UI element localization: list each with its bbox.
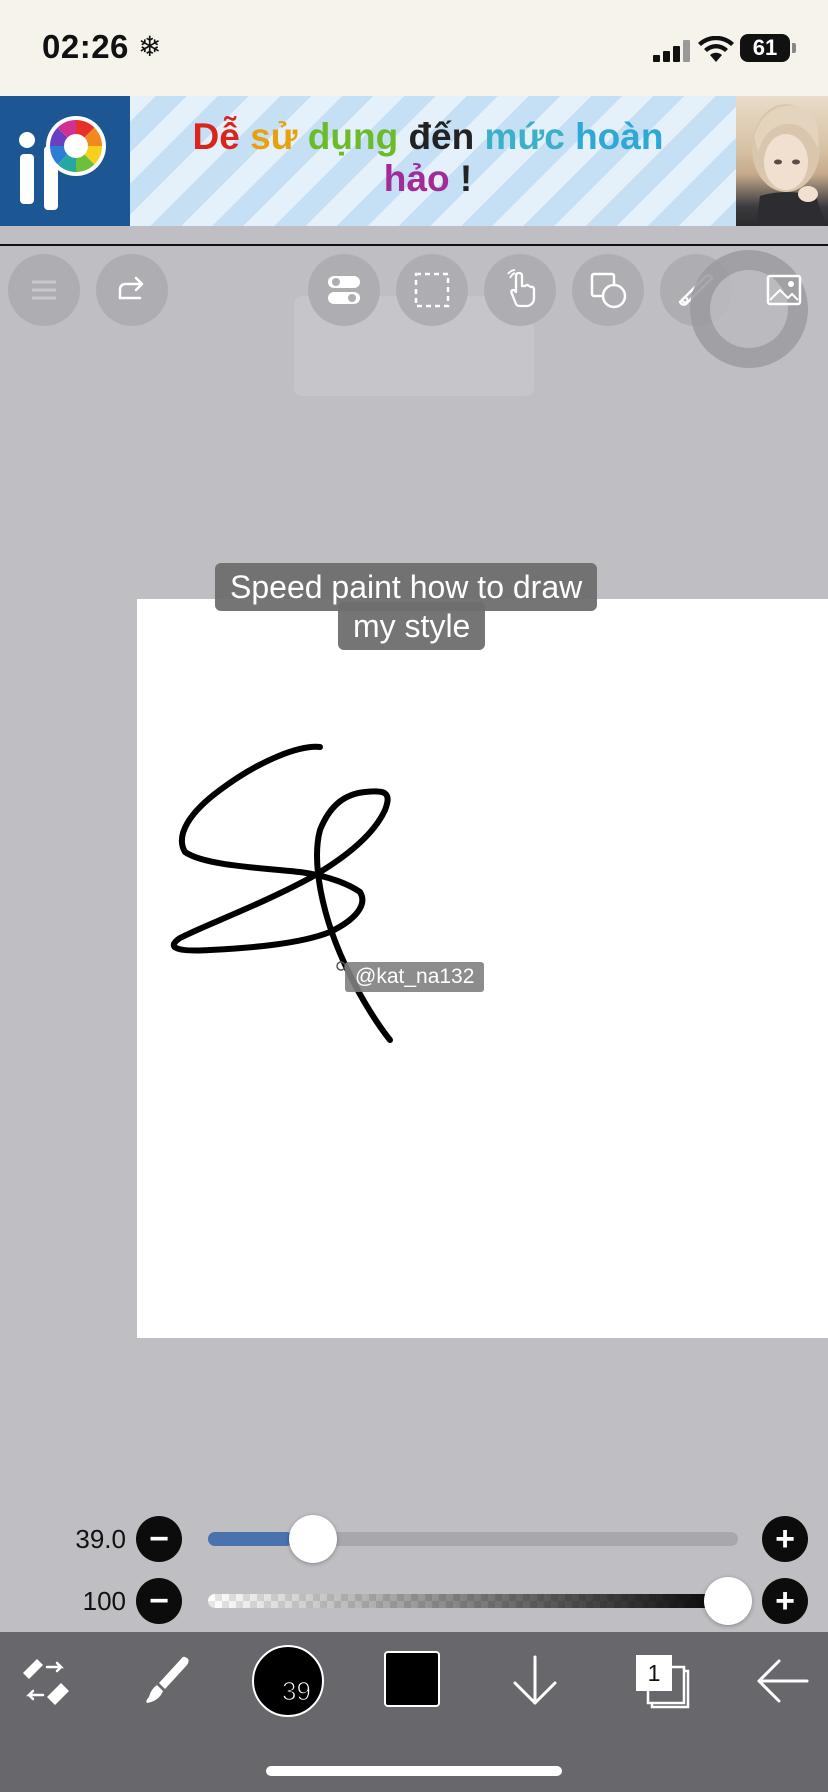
brush-tool-button[interactable]	[130, 1646, 200, 1716]
battery-tip	[792, 43, 796, 53]
menu-icon	[32, 280, 56, 300]
size-decrease-button[interactable]: −	[136, 1516, 182, 1562]
video-caption-line2: my style	[338, 602, 486, 650]
brush-size-value: 39.0	[75, 1524, 126, 1554]
redo-button[interactable]	[96, 254, 168, 326]
signal-icon	[653, 40, 691, 62]
redo-icon	[118, 276, 144, 300]
minus-icon: −	[149, 1520, 169, 1558]
banner-divider	[0, 244, 828, 246]
brush-size-slider-fill	[208, 1532, 293, 1546]
shape-icon	[590, 272, 627, 309]
toggle-tool-button[interactable]	[308, 254, 380, 326]
brush-size-label: 39	[282, 1676, 312, 1707]
wifi-icon	[698, 36, 734, 62]
plus-icon: +	[775, 1520, 795, 1558]
arrow-left-icon	[757, 1659, 809, 1703]
toggle-icon	[328, 276, 360, 304]
download-button[interactable]	[500, 1646, 570, 1716]
hand-icon	[507, 269, 536, 308]
ad-headline-word: mức	[474, 116, 565, 157]
hand-tool-button[interactable]	[484, 254, 556, 326]
transform-tool-button[interactable]	[10, 1646, 80, 1716]
ad-headline-word: sử	[239, 116, 298, 157]
opacity-decrease-button[interactable]: −	[136, 1578, 182, 1624]
brush-size-slider-thumb[interactable]	[288, 1515, 337, 1563]
ad-headline-word: hảo	[383, 158, 450, 199]
ad-headline-word: đến	[398, 116, 475, 157]
ad-headline-exclaim: !	[449, 158, 473, 199]
watermark-username: @kat_na132	[345, 962, 485, 992]
selection-tool-button[interactable]	[396, 254, 468, 326]
status-time: 02:26	[42, 28, 129, 65]
plus-icon: +	[775, 1582, 795, 1620]
color-picker-button[interactable]	[384, 1651, 440, 1707]
brush-icon	[146, 1656, 189, 1703]
opacity-slider-thumb[interactable]	[704, 1577, 752, 1625]
image-tool-button[interactable]	[748, 254, 820, 326]
size-increase-button[interactable]: +	[762, 1516, 808, 1562]
tool-switch-icon	[23, 1659, 69, 1705]
ad-headline-word: hoàn	[564, 116, 664, 157]
image-icon	[766, 274, 802, 306]
brush-size-slider[interactable]	[208, 1532, 738, 1546]
ad-banner[interactable]: Dễ sử dụng đến mức hoàn hảo !	[0, 96, 828, 226]
ad-headline-line1: Dễ sử dụng đến mức hoàn	[150, 116, 706, 158]
shape-tool-button[interactable]	[572, 254, 644, 326]
opacity-slider[interactable]	[208, 1594, 738, 1608]
status-bar: 02:26 ❄ 61	[0, 0, 828, 96]
ibispaint-logo	[0, 96, 130, 226]
ad-headline-word: Dễ	[192, 116, 240, 157]
home-indicator	[266, 1766, 562, 1776]
arrow-down-icon	[513, 1655, 557, 1705]
layer-count: 1	[636, 1655, 672, 1691]
battery-indicator: 61	[740, 34, 790, 62]
ad-headline-word: dụng	[297, 116, 399, 157]
ad-headline-line2: hảo !	[150, 158, 706, 200]
opacity-increase-button[interactable]: +	[762, 1578, 808, 1624]
minus-icon: −	[149, 1582, 169, 1620]
ad-headline: Dễ sử dụng đến mức hoàn hảo !	[150, 116, 706, 200]
back-button[interactable]	[748, 1646, 818, 1716]
selection-icon	[414, 272, 450, 308]
snowflake-icon: ❄	[138, 31, 162, 62]
opacity-value: 100	[82, 1586, 126, 1616]
ad-character-image	[736, 96, 828, 226]
menu-button[interactable]	[8, 254, 80, 326]
